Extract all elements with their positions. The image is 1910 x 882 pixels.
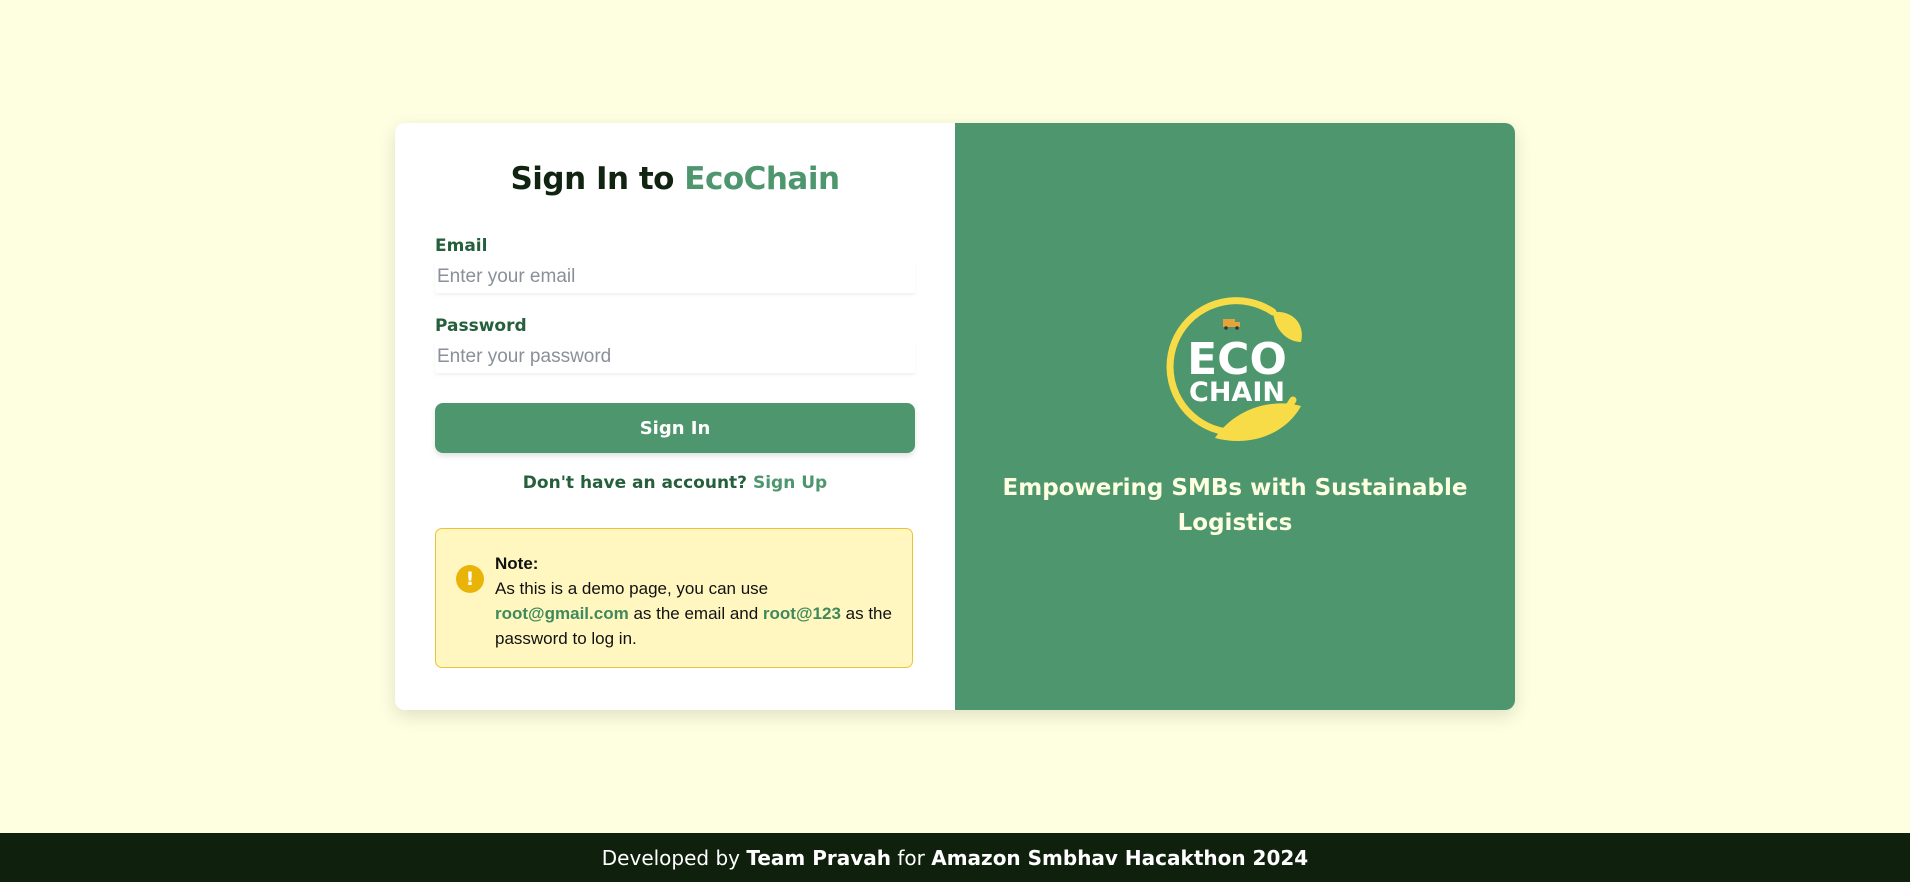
tagline-line-2: Logistics: [1177, 510, 1293, 536]
demo-password: root@123: [762, 604, 841, 623]
sign-in-button[interactable]: Sign In: [435, 403, 915, 453]
tagline: Empowering SMBs with Sustainable Logisti…: [955, 471, 1515, 541]
demo-email: root@gmail.com: [495, 604, 629, 623]
ecochain-logo: ECO CHAIN: [1155, 290, 1320, 455]
logo-text-chain: CHAIN: [1189, 377, 1285, 408]
note-body: Note: As this is a demo page, you can us…: [495, 551, 895, 651]
truck-icon: [1223, 319, 1240, 330]
footer-team: Team Pravah: [746, 845, 892, 870]
signup-prompt: Don't have an account? Sign Up: [395, 473, 955, 493]
logo-graphic: ECO CHAIN: [1166, 297, 1302, 442]
footer: Developed by Team Pravah for Amazon Smbh…: [0, 833, 1910, 882]
title-prefix: Sign In to: [510, 161, 674, 197]
footer-middle: for: [897, 845, 925, 870]
exclamation-circle-icon: !: [456, 565, 484, 593]
note-text-1: As this is a demo page, you can use: [495, 579, 769, 598]
footer-event: Amazon Smbhav Hacakthon 2024: [931, 845, 1309, 870]
signin-panel: Sign In to EcoChain Email Password Sign …: [395, 123, 955, 710]
leaf-icon: [1215, 403, 1301, 442]
password-label: Password: [435, 316, 527, 336]
tagline-line-1: Empowering SMBs with Sustainable: [1002, 475, 1468, 501]
page-title: Sign In to EcoChain: [395, 161, 955, 197]
note-text-2: as the email and: [633, 604, 759, 623]
note-title: Note:: [495, 554, 539, 573]
email-field[interactable]: [435, 261, 915, 293]
footer-prefix: Developed by: [601, 845, 741, 870]
no-account-text: Don't have an account?: [522, 473, 748, 493]
brand-panel: ECO CHAIN Empowering SMBs with Sustainab…: [955, 123, 1515, 710]
title-brand: EcoChain: [684, 161, 840, 197]
email-label: Email: [435, 236, 488, 256]
sign-up-link[interactable]: Sign Up: [753, 473, 827, 493]
signin-card: Sign In to EcoChain Email Password Sign …: [395, 123, 1515, 710]
demo-note: ! Note: As this is a demo page, you can …: [435, 528, 913, 668]
password-field[interactable]: [435, 341, 915, 373]
